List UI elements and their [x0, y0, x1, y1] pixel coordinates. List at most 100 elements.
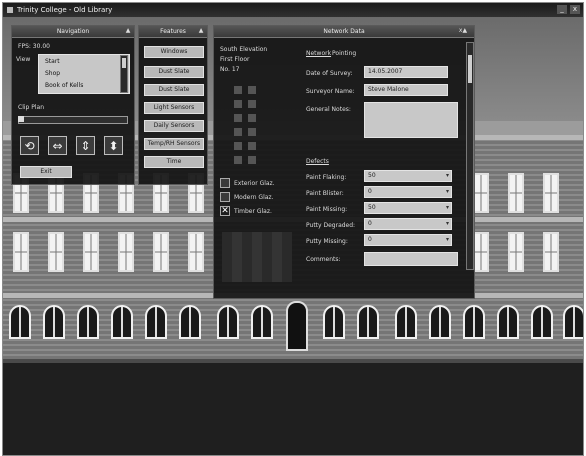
- feature-button-dust-slate[interactable]: Dust Slate: [144, 66, 204, 78]
- putty-degraded-select[interactable]: 0: [364, 218, 452, 230]
- facade-window[interactable]: [508, 173, 524, 213]
- facade-window[interactable]: [118, 232, 134, 272]
- window-pane-swatch[interactable]: [248, 100, 256, 108]
- surveyor-label: Surveyor Name:: [306, 88, 355, 95]
- navigation-panel: Navigation ▲ FPS: 30.00 View Start Shop …: [11, 25, 135, 185]
- rotate-icon[interactable]: ⟲: [20, 136, 39, 155]
- app-icon: [7, 7, 13, 13]
- panel-controls-icon[interactable]: x▲: [456, 27, 470, 35]
- features-title: Features: [160, 28, 186, 35]
- exterior-glazing-checkbox[interactable]: [220, 178, 230, 188]
- location-floor: First Floor: [220, 56, 250, 63]
- arcade-arch: [43, 305, 65, 339]
- window-pane-swatch[interactable]: [234, 100, 242, 108]
- surveyor-field[interactable]: Steve Malone: [364, 84, 448, 96]
- main-door: [286, 301, 308, 351]
- slider-handle[interactable]: [18, 116, 24, 122]
- window-pane-swatch[interactable]: [248, 128, 256, 136]
- feature-button-dust-slate-2[interactable]: Dust Slate: [144, 84, 204, 96]
- scrollbar-thumb[interactable]: [122, 58, 126, 68]
- timber-glazing-label: Timber Glaz.: [234, 208, 272, 215]
- collapse-icon[interactable]: ▲: [124, 27, 132, 35]
- network-panel-scrollbar[interactable]: [466, 42, 474, 270]
- facade-window[interactable]: [473, 173, 489, 213]
- paint-blister-select[interactable]: 0: [364, 186, 452, 198]
- feature-button-temp-rh-sensors[interactable]: Temp/RH Sensors: [144, 138, 204, 150]
- arcade-arch: [357, 305, 379, 339]
- window-pane-swatch[interactable]: [234, 128, 242, 136]
- window-pane-swatch[interactable]: [248, 114, 256, 122]
- minimize-button[interactable]: _: [557, 5, 567, 14]
- window-pane-swatch[interactable]: [248, 156, 256, 164]
- window-pane-swatch[interactable]: [248, 86, 256, 94]
- putty-degraded-label: Putty Degraded:: [306, 222, 356, 229]
- comments-label: Comments:: [306, 256, 341, 263]
- facade-window[interactable]: [188, 232, 204, 272]
- facade-window[interactable]: [13, 232, 29, 272]
- window-pane-swatch[interactable]: [234, 86, 242, 94]
- feature-button-time[interactable]: Time: [144, 156, 204, 168]
- clip-plan-label: Clip Plan: [18, 104, 45, 111]
- window-pane-swatch[interactable]: [234, 142, 242, 150]
- putty-missing-label: Putty Missing:: [306, 238, 348, 245]
- facade-window[interactable]: [83, 232, 99, 272]
- arcade-arch: [463, 305, 485, 339]
- facade-window[interactable]: [508, 232, 524, 272]
- navigation-title: Navigation: [56, 28, 90, 35]
- facade-window[interactable]: [48, 232, 64, 272]
- facade-window[interactable]: [473, 232, 489, 272]
- arcade-arch: [251, 305, 273, 339]
- feature-button-daily-sensors[interactable]: Daily Sensors: [144, 120, 204, 132]
- view-list-scrollbar[interactable]: [120, 55, 128, 93]
- exit-button[interactable]: Exit: [20, 166, 72, 178]
- facade-window[interactable]: [543, 232, 559, 272]
- network-panel-header: Network Data x▲: [214, 26, 474, 38]
- window-pane-swatch[interactable]: [248, 142, 256, 150]
- pan-vertical-icon[interactable]: ⇕: [76, 136, 95, 155]
- collapse-icon[interactable]: ▲: [197, 27, 205, 35]
- arcade-arch: [395, 305, 417, 339]
- ground-plane: [3, 363, 583, 455]
- paint-missing-select[interactable]: 50: [364, 202, 452, 214]
- location-elevation: South Elevation: [220, 46, 268, 53]
- view-option-start[interactable]: Start: [45, 58, 60, 65]
- paint-flaking-label: Paint Flaking:: [306, 174, 347, 181]
- notes-field[interactable]: [364, 102, 458, 138]
- arcade-arch: [563, 305, 583, 339]
- exterior-glazing-label: Exterior Glaz.: [234, 180, 275, 187]
- tab-network[interactable]: Network: [306, 50, 331, 57]
- modern-glazing-checkbox[interactable]: [220, 192, 230, 202]
- arcade-arch: [9, 305, 31, 339]
- window-pane-swatch[interactable]: [234, 114, 242, 122]
- putty-missing-select[interactable]: 0: [364, 234, 452, 246]
- paint-flaking-select[interactable]: 50: [364, 170, 452, 182]
- app-window: Trinity College - Old Library _ x Naviga…: [2, 2, 584, 456]
- arcade-arch: [217, 305, 239, 339]
- pan-horizontal-icon[interactable]: ⇔: [48, 136, 67, 155]
- date-field[interactable]: 14.05.2007: [364, 66, 448, 78]
- facade-window[interactable]: [153, 232, 169, 272]
- arcade-arch: [179, 305, 201, 339]
- view-label: View: [16, 56, 31, 63]
- window-title: Trinity College - Old Library: [17, 6, 113, 14]
- view-option-book-of-kells[interactable]: Book of Kells: [45, 82, 83, 89]
- feature-button-light-sensors[interactable]: Light Sensors: [144, 102, 204, 114]
- facade-window[interactable]: [543, 173, 559, 213]
- title-bar: Trinity College - Old Library _ x: [3, 3, 583, 17]
- zoom-icon[interactable]: ⬍: [104, 136, 123, 155]
- timber-glazing-checkbox[interactable]: ✕: [220, 206, 230, 216]
- feature-button-windows[interactable]: Windows: [144, 46, 204, 58]
- tab-pointing[interactable]: Pointing: [332, 50, 356, 57]
- arcade-arch: [429, 305, 451, 339]
- clip-plan-slider[interactable]: [18, 116, 128, 124]
- modern-glazing-label: Modern Glaz.: [234, 194, 274, 201]
- view-list[interactable]: Start Shop Book of Kells: [38, 54, 130, 94]
- close-button[interactable]: x: [570, 5, 580, 14]
- network-title: Network Data: [323, 28, 365, 35]
- scrollbar-thumb[interactable]: [468, 55, 472, 83]
- view-option-shop[interactable]: Shop: [45, 70, 60, 77]
- comments-field[interactable]: [364, 252, 458, 266]
- window-pane-swatch[interactable]: [234, 156, 242, 164]
- features-panel: Features ▲ Windows Dust Slate Dust Slate…: [138, 25, 208, 185]
- navigation-panel-header: Navigation ▲: [12, 26, 134, 38]
